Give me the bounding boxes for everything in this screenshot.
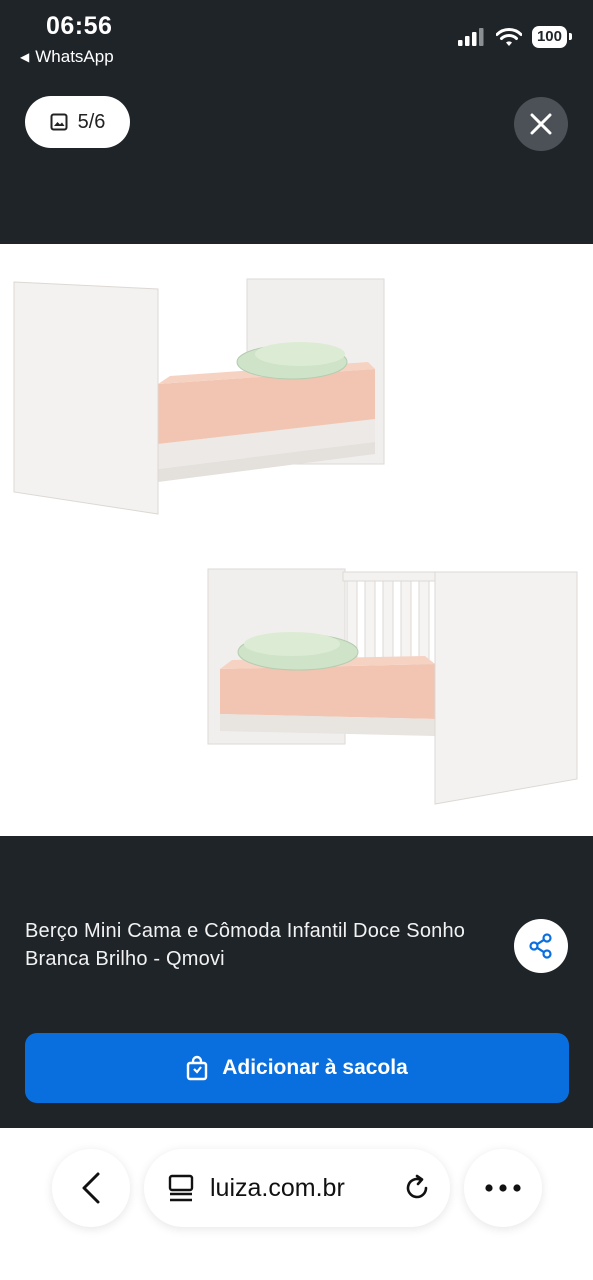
signal-icon [457,28,484,46]
more-options-button[interactable] [464,1149,542,1227]
gallery-counter: 5/6 [25,96,130,148]
crib-mode-illustration [207,568,578,805]
back-app-label: WhatsApp [35,47,114,66]
add-to-bag-button[interactable]: Adicionar à sacola [25,1033,569,1103]
add-to-bag-label: Adicionar à sacola [222,1056,408,1079]
share-icon [529,933,552,959]
browser-back-button[interactable] [52,1149,130,1227]
image-icon [50,113,68,131]
battery-indicator: 100 [531,26,573,48]
close-button[interactable] [514,97,568,151]
status-icons: 100 [457,26,573,48]
mini-bed-illustration [13,278,385,515]
crib-illustration [13,278,578,805]
back-triangle-icon: ◀ [20,50,30,64]
share-button[interactable] [514,919,568,973]
shopping-bag-icon [187,1055,208,1081]
reload-icon[interactable] [402,1173,432,1203]
back-to-app-link[interactable]: ◀ WhatsApp [20,47,114,67]
tabs-icon[interactable] [166,1173,196,1203]
browser-toolbar: luiza.com.br [0,1128,593,1280]
status-bar: 06:56 ◀ WhatsApp 100 [0,0,593,80]
address-bar[interactable]: luiza.com.br [144,1149,450,1227]
chevron-left-icon [82,1172,100,1204]
wifi-icon [495,27,522,46]
product-image[interactable] [0,244,593,836]
gallery-counter-text: 5/6 [77,110,106,133]
status-time: 06:56 [46,12,113,40]
url-text: luiza.com.br [210,1173,345,1202]
product-title: Berço Mini Cama e Cômoda Infantil Doce S… [25,920,466,970]
close-icon [530,113,552,135]
more-icon [485,1184,521,1192]
